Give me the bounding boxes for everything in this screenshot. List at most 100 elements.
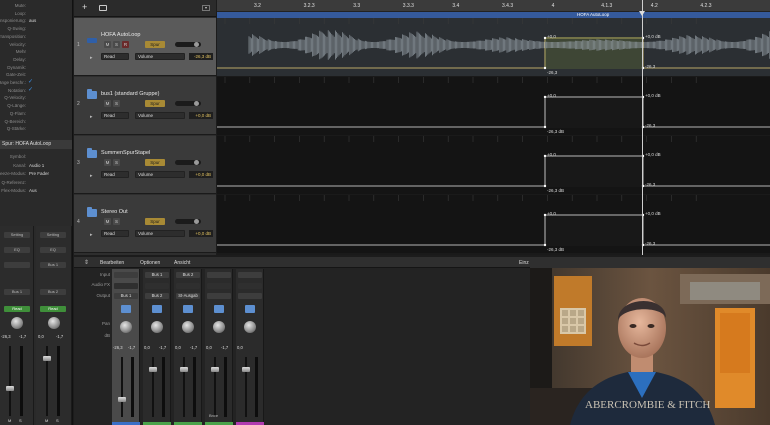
solo-button[interactable]: S <box>113 159 120 166</box>
inspector-track-row-value[interactable]: Aus <box>29 188 37 193</box>
track-header-1[interactable]: 1 HOFA AutoLoop M S R Spur ▸ Read Volume… <box>74 18 216 76</box>
menu-einzeln[interactable]: Einz <box>519 260 529 266</box>
solo-button[interactable]: S <box>113 41 120 48</box>
automation-mode-select[interactable]: Read <box>101 171 129 178</box>
automation-parameter-select[interactable]: Volume <box>135 112 185 119</box>
automation-parameter-select[interactable]: Volume <box>135 171 185 178</box>
inspector-row[interactable]: Transposition: <box>0 34 72 41</box>
input-slot[interactable]: Bus 1 <box>145 272 169 278</box>
spur-button[interactable]: Spur <box>145 218 165 225</box>
input-slot[interactable] <box>238 272 262 278</box>
folder-icon[interactable] <box>121 305 131 313</box>
solo-button[interactable]: S <box>19 418 22 423</box>
mute-button[interactable]: M <box>45 418 48 423</box>
track-name[interactable]: bus1 (standard Gruppe) <box>101 91 159 97</box>
pan-knob[interactable] <box>48 317 60 329</box>
solo-button[interactable]: S <box>113 100 120 107</box>
automation-node[interactable] <box>543 95 547 99</box>
automation-selection-region[interactable] <box>545 214 643 246</box>
inspector-row-value[interactable]: aus <box>29 18 36 23</box>
add-track-button[interactable]: + <box>82 3 87 12</box>
volume-fader-track[interactable] <box>214 357 216 417</box>
mixer-channel-strip-3[interactable]: Bus 2 St-Ausgab 0,0 -1,7 M S <box>174 269 202 425</box>
disclosure-triangle-icon[interactable]: ▸ <box>90 232 93 238</box>
inspector-row[interactable]: Delay: <box>0 57 72 64</box>
disclosure-triangle-icon[interactable]: ▸ <box>90 173 93 179</box>
volume-slider[interactable] <box>175 42 201 47</box>
track-header-2[interactable]: 2 bus1 (standard Gruppe) M S Spur ▸ Read… <box>74 77 216 135</box>
automation-node[interactable] <box>543 36 547 40</box>
inspector-row[interactable]: Dynamik: <box>0 65 72 72</box>
track-header-3[interactable]: 3 SummenSpurStapel M S Spur ▸ Read Volum… <box>74 136 216 194</box>
pan-knob[interactable] <box>11 317 23 329</box>
expand-icon[interactable]: ⇕ <box>84 259 89 266</box>
pan-knob[interactable] <box>120 321 132 333</box>
automation-mode-select[interactable]: Read <box>101 230 129 237</box>
automation-lane-background[interactable] <box>217 195 770 253</box>
audio-fx-slot[interactable] <box>207 283 231 289</box>
automation-node[interactable] <box>543 243 547 247</box>
pan-knob[interactable] <box>151 321 163 333</box>
setting-button[interactable]: Setting <box>4 232 30 238</box>
inspector-row[interactable]: Q-Länge: <box>0 103 72 110</box>
spur-button[interactable]: Spur <box>145 41 165 48</box>
disclosure-triangle-icon[interactable]: ▸ <box>90 114 93 120</box>
inspector-row[interactable]: Q-Stärke: <box>0 126 72 133</box>
automation-selection-region[interactable] <box>545 155 643 187</box>
volume-fader-handle[interactable] <box>180 367 188 372</box>
input-slot[interactable] <box>4 262 30 268</box>
output-slot[interactable]: Bus 1 <box>114 293 138 299</box>
inspector-row[interactable]: Q-Flam: <box>0 111 72 118</box>
spur-button[interactable]: Spur <box>145 159 165 166</box>
record-enable-button[interactable]: R <box>122 41 129 48</box>
track-name[interactable]: SummenSpurStapel <box>101 150 150 156</box>
eq-button[interactable]: EQ <box>4 247 30 253</box>
automation-db-value[interactable]: -26,3 dB <box>189 53 213 60</box>
output-slot[interactable]: Bus 1 <box>4 289 30 295</box>
output-slot[interactable] <box>207 293 231 299</box>
mute-button[interactable]: M <box>104 159 111 166</box>
volume-slider[interactable] <box>175 219 201 224</box>
volume-fader-handle[interactable] <box>43 356 51 361</box>
mixer-channel-strip-1[interactable]: Bus 1 -26,3 -1,7 M S <box>112 269 140 425</box>
inspector-row[interactable]: Mute: <box>0 3 72 10</box>
input-slot[interactable]: Bus 1 <box>40 262 66 268</box>
volume-fader-handle[interactable] <box>6 386 14 391</box>
volume-fader-track[interactable] <box>183 357 185 417</box>
volume-slider[interactable] <box>175 101 201 106</box>
inspector-row[interactable]: Notation: ✓ <box>0 87 72 95</box>
mixer-channel-strip-2[interactable]: Bus 1 Bus 2 0,0 -1,7 M S <box>143 269 171 425</box>
pan-knob[interactable] <box>213 321 225 333</box>
mute-button[interactable]: M <box>104 100 111 107</box>
audio-fx-slot[interactable] <box>238 283 262 289</box>
menu-ansicht[interactable]: Ansicht <box>174 260 190 266</box>
automation-mode-select[interactable]: Read <box>101 112 129 119</box>
automation-read-button[interactable]: Read <box>4 306 30 312</box>
input-slot[interactable]: Bus 2 <box>176 272 200 278</box>
mute-button[interactable]: M <box>104 218 111 225</box>
inspector-track-row[interactable]: Freeze-Modus: Pre Fader <box>0 171 72 178</box>
eq-button[interactable]: EQ <box>40 247 66 253</box>
playhead-marker-icon[interactable] <box>639 11 645 16</box>
playhead[interactable] <box>642 0 643 255</box>
inspector-track-row-value[interactable]: Pre Fader <box>29 171 49 176</box>
chevron-down-icon[interactable]: ▾ <box>202 5 210 11</box>
track-name[interactable]: HOFA AutoLoop <box>101 32 140 38</box>
solo-button[interactable]: S <box>113 218 120 225</box>
inspector-track-row[interactable]: Q-Referenz: <box>0 180 72 187</box>
inspector-track-row-value[interactable]: Audio 1 <box>29 163 44 168</box>
automation-lane-background[interactable] <box>217 136 770 194</box>
output-slot[interactable] <box>238 293 262 299</box>
automation-db-value[interactable]: +0,0 dB <box>189 230 213 237</box>
disclosure-triangle-icon[interactable]: ▸ <box>90 55 93 61</box>
solo-button[interactable]: S <box>56 418 59 423</box>
bounce-label[interactable]: Bnce <box>209 413 218 418</box>
output-slot[interactable]: Bus 2 <box>145 293 169 299</box>
volume-fader-track[interactable] <box>245 357 247 417</box>
tracks-area[interactable]: 3.2 3.2.3 3.3 3.3.3 3.4 3.4.3 4 4.1.3 4.2 4.2.3 H… <box>217 0 770 255</box>
mute-button[interactable]: M <box>8 418 11 423</box>
volume-fader-track[interactable] <box>121 357 123 417</box>
volume-fader-handle[interactable] <box>149 367 157 372</box>
volume-fader-track[interactable] <box>9 346 11 416</box>
volume-fader-handle[interactable] <box>118 397 126 402</box>
